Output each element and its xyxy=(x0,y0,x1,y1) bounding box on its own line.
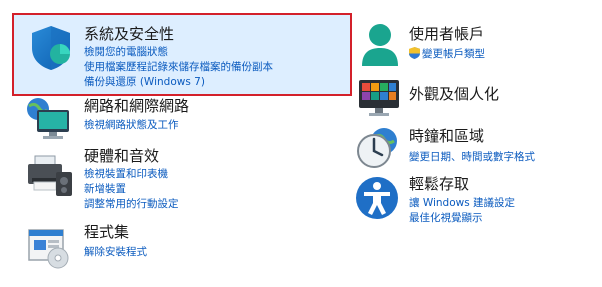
category-user-accounts[interactable]: 使用者帳戶 變更帳戶類型 xyxy=(352,22,592,72)
category-ease-of-access[interactable]: 輕鬆存取 讓 Windows 建議設定 最佳化視覺顯示 xyxy=(352,175,592,225)
category-appearance[interactable]: 外觀及個人化 xyxy=(352,78,592,120)
category-title-system-security[interactable]: 系統及安全性 xyxy=(84,25,174,43)
category-clock-region[interactable]: 時鐘和區域 變更日期、時間或數字格式 xyxy=(352,125,592,171)
link-view-devices-printers[interactable]: 檢視裝置和印表機 xyxy=(84,167,168,181)
category-title-programs[interactable]: 程式集 xyxy=(84,223,129,241)
uac-shield-icon xyxy=(409,47,420,59)
link-optimize-visual-display[interactable]: 最佳化視覺顯示 xyxy=(409,211,483,225)
category-title-network[interactable]: 網路和網際網路 xyxy=(84,97,189,115)
category-title-appearance[interactable]: 外觀及個人化 xyxy=(409,85,499,103)
link-review-computer-status[interactable]: 檢閱您的電腦狀態 xyxy=(84,45,168,59)
link-file-history-backup[interactable]: 使用檔案歷程記錄來儲存檔案的備份副本 xyxy=(84,60,273,74)
accessibility-icon xyxy=(354,175,400,225)
link-view-network-status[interactable]: 檢視網路狀態及工作 xyxy=(84,118,179,132)
link-change-account-type-label: 變更帳戶類型 xyxy=(422,48,485,60)
link-backup-restore[interactable]: 備份與還原 (Windows 7) xyxy=(84,75,205,89)
network-globe-icon xyxy=(25,96,73,146)
category-title-ease-of-access[interactable]: 輕鬆存取 xyxy=(409,175,469,193)
printer-speaker-icon xyxy=(26,154,74,202)
user-icon xyxy=(360,22,400,72)
category-title-user-accounts[interactable]: 使用者帳戶 xyxy=(409,25,484,43)
category-system-security[interactable]: 系統及安全性 檢閱您的電腦狀態 使用檔案歷程記錄來儲存檔案的備份副本 備份與還原… xyxy=(22,20,342,92)
link-change-account-type[interactable]: 變更帳戶類型 xyxy=(409,47,485,61)
category-network[interactable]: 網路和網際網路 檢視網路狀態及工作 xyxy=(22,96,342,141)
shield-icon xyxy=(28,24,74,76)
clock-globe-icon xyxy=(354,125,402,175)
link-mobility-settings[interactable]: 調整常用的行動設定 xyxy=(84,197,179,211)
category-title-hardware[interactable]: 硬體和音效 xyxy=(84,147,159,165)
category-title-clock-region[interactable]: 時鐘和區域 xyxy=(409,127,484,145)
category-hardware[interactable]: 硬體和音效 檢視裝置和印表機 新增裝置 調整常用的行動設定 xyxy=(22,146,342,214)
category-programs[interactable]: 程式集 解除安裝程式 xyxy=(22,222,342,270)
monitor-colors-icon xyxy=(357,78,401,124)
programs-box-icon xyxy=(26,226,72,274)
link-let-windows-suggest[interactable]: 讓 Windows 建議設定 xyxy=(409,196,515,210)
link-change-date-time-format[interactable]: 變更日期、時間或數字格式 xyxy=(409,150,535,164)
link-add-device[interactable]: 新增裝置 xyxy=(84,182,126,196)
link-uninstall-program[interactable]: 解除安裝程式 xyxy=(84,245,147,259)
